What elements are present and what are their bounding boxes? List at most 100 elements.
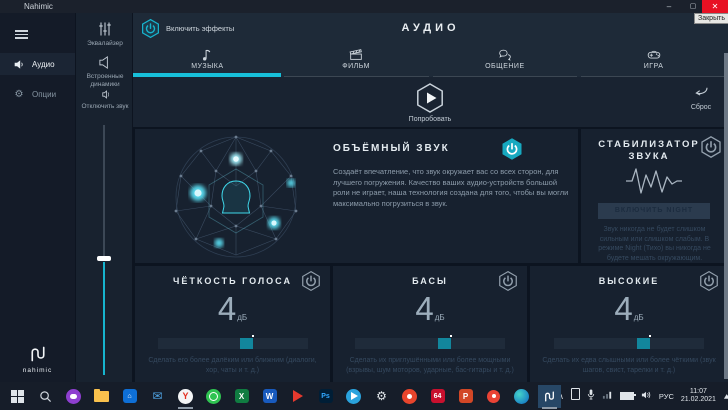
settings-gear-icon[interactable]: ⚙ [373, 388, 390, 405]
voice-description: Сделать его более далёким или ближним (д… [145, 356, 320, 380]
sidebar-item-label: Опции [32, 90, 56, 99]
tab-bar: МУЗЫКА ФИЛЬМ ОБЩЕНИЕ [133, 45, 728, 77]
cloud-app-icon[interactable] [65, 388, 82, 405]
bass-panel: БАСЫ 4дБ Сделать их приглушёнными или бо… [333, 266, 527, 382]
scrollbar[interactable] [724, 53, 728, 379]
head-silhouette [222, 181, 250, 213]
stabilizer-panel: СТАБИЛИЗАТОР ЗВУКА ВКЛЮЧИТЬ NIGHT Звук н… [581, 129, 728, 263]
bass-slider[interactable] [355, 338, 505, 349]
gear-icon: ⚙ [13, 89, 25, 100]
treble-value: 4дБ [530, 290, 728, 328]
edge-icon[interactable] [513, 388, 530, 405]
file-explorer-icon[interactable] [93, 388, 110, 405]
language-indicator[interactable]: РУС [659, 392, 674, 401]
stabilizer-power-button[interactable] [699, 135, 723, 159]
treble-slider[interactable] [554, 338, 704, 349]
media-player-icon[interactable] [289, 388, 306, 405]
close-tooltip: Закрыть [694, 13, 728, 24]
tab-label: ОБЩЕНИЕ [485, 63, 525, 70]
device-panel: Эквалайзер Встроенные динамики Отключить… [75, 13, 133, 382]
treble-value-unit: дБ [634, 313, 644, 322]
taskbar: ⌂ ✉ Y X W Ps ⚙ 64 P ∧ [0, 382, 728, 410]
nahimic-taskbar-icon[interactable] [541, 388, 558, 405]
browser-app-icon[interactable] [401, 388, 418, 405]
network-icon[interactable] [602, 387, 613, 405]
nahimic-logo: nahimic [0, 345, 75, 374]
page-title: АУДИО [133, 22, 728, 34]
mail-icon[interactable]: ✉ [149, 388, 166, 405]
mute-icon [100, 95, 111, 102]
mute-button[interactable]: Отключить звук [76, 89, 134, 111]
nav-sidebar: Аудио ⚙ Опции nahimic [0, 13, 75, 382]
surround-power-button[interactable] [500, 137, 524, 161]
equalizer-button[interactable]: Эквалайзер [76, 21, 134, 48]
tray-date: 21.02.2021 [681, 396, 716, 405]
tab-game[interactable]: ИГРА [579, 45, 728, 77]
clock[interactable]: 11:07 21.02.2021 [681, 388, 716, 405]
search-icon[interactable] [37, 388, 54, 405]
titlebar: Nahimic – ▢ ✕ [0, 0, 728, 13]
window-title: Nahimic [24, 2, 53, 11]
tab-music[interactable]: МУЗЫКА [133, 45, 282, 77]
photoshop-icon[interactable]: Ps [317, 388, 334, 405]
sphere-visualization [141, 131, 331, 261]
surround-title: ОБЪЁМНЫЙ ЗВУК [333, 143, 450, 154]
close-button[interactable]: ✕ [702, 0, 728, 13]
voice-slider[interactable] [158, 338, 308, 349]
system-tray: ∧ РУС 11:07 21.02.2021 [558, 387, 728, 405]
enable-night-button[interactable]: ВКЛЮЧИТЬ NIGHT [598, 203, 710, 219]
voice-value: 4дБ [135, 290, 330, 328]
main-header: Включить эффекты АУДИО [133, 13, 728, 45]
try-play-button[interactable] [414, 82, 446, 119]
bass-slider-handle[interactable] [438, 338, 451, 349]
treble-slider-handle[interactable] [637, 338, 650, 349]
reset-button[interactable]: Сброс [681, 85, 721, 111]
excel-icon[interactable]: X [233, 388, 250, 405]
start-button[interactable] [9, 388, 26, 405]
mute-label: Отключить звук [76, 103, 134, 111]
store-icon[interactable]: ⌂ [121, 388, 138, 405]
tab-movie[interactable]: ФИЛЬМ [282, 45, 431, 77]
logo-text: nahimic [0, 367, 75, 374]
your-phone-icon[interactable] [571, 387, 580, 405]
treble-description: Сделать их едва слышными или более чётки… [540, 356, 718, 380]
menu-icon[interactable] [15, 30, 28, 39]
voice-panel: ЧЁТКОСТЬ ГОЛОСА 4дБ Сделать его более да… [135, 266, 330, 382]
music-note-icon [200, 47, 215, 62]
surround-description: Создаёт впечатление, что звук окружает в… [333, 167, 573, 209]
microphone-icon[interactable] [587, 387, 595, 405]
minimize-button[interactable]: – [656, 0, 682, 13]
voice-value-number: 4 [218, 290, 236, 327]
speakers-button[interactable]: Встроенные динамики [76, 55, 134, 89]
sidebar-item-audio[interactable]: Аудио [0, 53, 75, 75]
equalizer-icon [97, 32, 113, 39]
play-icon [427, 93, 437, 104]
whatsapp-icon[interactable] [205, 388, 222, 405]
reset-label: Сброс [681, 104, 721, 111]
maps-pin-icon[interactable] [485, 388, 502, 405]
speakers-label: Встроенные динамики [76, 73, 134, 89]
volume-slider-track[interactable] [103, 125, 105, 256]
yandex-browser-icon[interactable]: Y [177, 388, 194, 405]
volume-icon[interactable] [641, 387, 652, 405]
volume-slider-handle[interactable] [97, 256, 111, 261]
sidebar-item-options[interactable]: ⚙ Опции [0, 83, 75, 105]
battery-icon[interactable] [620, 392, 634, 400]
nahimic-logo-icon [27, 345, 49, 363]
clapperboard-icon [348, 47, 364, 62]
telegram-icon[interactable] [345, 388, 362, 405]
word-icon[interactable]: W [261, 388, 278, 405]
tab-label: ФИЛЬМ [342, 63, 370, 70]
demo-row: Попробовать Сброс [133, 77, 728, 127]
treble-value-number: 4 [614, 290, 632, 327]
taskbar-apps: ⌂ ✉ Y X W Ps ⚙ 64 P [0, 388, 558, 405]
powerpoint-icon[interactable]: P [457, 388, 474, 405]
tray-expand-icon[interactable]: ∧ [558, 392, 564, 401]
tab-communication[interactable]: ОБЩЕНИЕ [431, 45, 580, 77]
gamepad-icon [646, 47, 662, 62]
cellular-icon[interactable] [723, 387, 728, 405]
surround-panel: ОБЪЁМНЫЙ ЗВУК Создаёт впечатление, что з… [135, 129, 578, 263]
app-64-icon[interactable]: 64 [429, 388, 446, 405]
bass-value-number: 4 [415, 290, 433, 327]
voice-slider-handle[interactable] [240, 338, 253, 349]
